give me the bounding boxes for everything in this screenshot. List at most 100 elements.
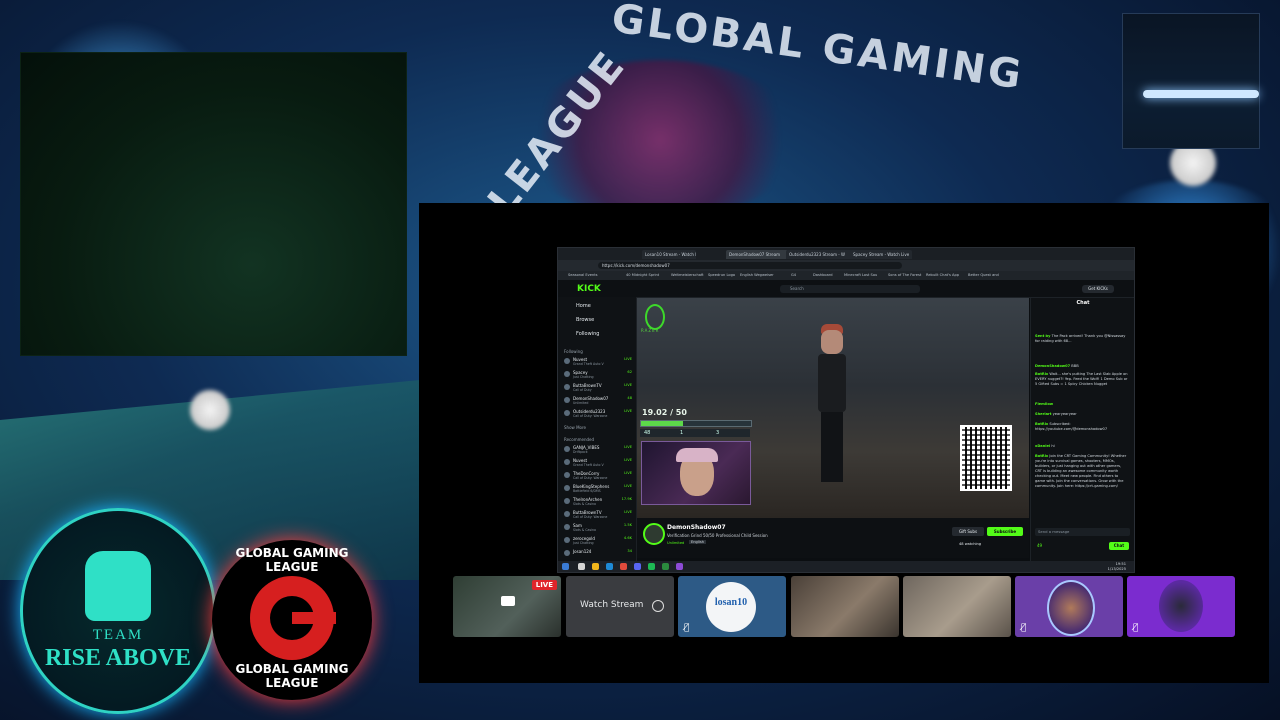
following-channel[interactable]: Nuvest Grand Theft Auto V LIVE bbox=[564, 357, 632, 367]
category-tag[interactable]: Unlimited bbox=[667, 541, 684, 545]
channel-game: Driftpack bbox=[573, 450, 588, 454]
stream-video[interactable]: RAZER 19.02 / 50 48 1 3 bbox=[637, 298, 1029, 518]
recommended-channel[interactable]: Sam Slots & Casino 1.5K bbox=[564, 523, 632, 533]
channel-game: Battlefield 6/DMS bbox=[573, 489, 601, 493]
channel-game: Grand Theft Auto V bbox=[573, 362, 604, 366]
spotify-icon[interactable] bbox=[648, 563, 655, 570]
corner-camera-feed bbox=[1122, 13, 1260, 149]
taskbar-clock[interactable]: 19:51 1/13/2025 bbox=[1108, 562, 1126, 571]
browser-tab-active[interactable]: DemonShadow07 Stream bbox=[726, 250, 788, 259]
razer-word: RAZER bbox=[641, 328, 660, 333]
bookmark[interactable]: 40 Midnight Sprint bbox=[626, 272, 659, 279]
streamer-avatar[interactable] bbox=[643, 523, 665, 545]
bookmark[interactable]: English Wegweiser bbox=[740, 272, 774, 279]
bookmark[interactable]: Minecraft Lost Sou bbox=[844, 272, 877, 279]
browser-tab[interactable]: Spacey Stream - Watch Live bbox=[850, 250, 912, 259]
language-tag[interactable]: English bbox=[689, 540, 706, 544]
nav-following[interactable]: Following bbox=[576, 331, 599, 337]
search-icon[interactable] bbox=[578, 563, 585, 570]
recommended-channel[interactable]: GANJA_VIBES Driftpack LIVE bbox=[564, 445, 632, 455]
chat-input[interactable]: Send a message bbox=[1035, 528, 1130, 536]
recommended-channel[interactable]: TheDonCorry Call of Duty: Warzone LIVE bbox=[564, 471, 632, 481]
stat-value: 48 bbox=[644, 430, 651, 436]
chat-user[interactable]: Sheriart bbox=[1035, 412, 1052, 416]
chat-points[interactable]: 49 bbox=[1037, 543, 1042, 548]
discord-icon[interactable] bbox=[634, 563, 641, 570]
bookmark[interactable]: Seasonal Events bbox=[568, 272, 598, 279]
screen-share-icon bbox=[501, 596, 515, 606]
chat-user[interactable]: BotRix bbox=[1035, 372, 1048, 376]
chat-send-button[interactable]: Chat bbox=[1109, 542, 1129, 550]
channel-game: Just Chatting bbox=[573, 541, 594, 545]
stat-value: 3 bbox=[716, 430, 720, 436]
recommended-channel[interactable]: Josan124 34 bbox=[564, 549, 632, 559]
recommended-channel[interactable]: zerocegold Just Chatting 4.6K bbox=[564, 536, 632, 546]
bookmark[interactable]: Dashboard bbox=[813, 272, 833, 279]
url-field[interactable]: https://kick.com/demonshadow07 bbox=[598, 262, 902, 269]
edge-icon[interactable] bbox=[606, 563, 613, 570]
show-more-link[interactable]: Show More bbox=[564, 425, 586, 430]
chat-user[interactable]: xDaniel bbox=[1035, 444, 1050, 448]
browser-tab[interactable]: Outsiderdu2323 Stream - W bbox=[786, 250, 852, 259]
participant-tile-watch-stream[interactable]: Watch Stream bbox=[566, 576, 674, 637]
participant-tile-avatar[interactable]: 🎙̸ bbox=[1127, 576, 1235, 637]
streamer-name[interactable]: DemonShadow07 bbox=[667, 524, 726, 531]
shared-browser-window: Losan10 Stream - Watch Live on DemonShad… bbox=[557, 247, 1135, 573]
nav-browse[interactable]: Browse bbox=[576, 317, 594, 323]
chat-user[interactable]: BotRix bbox=[1035, 422, 1048, 426]
chat-user[interactable]: DemonShadow07 bbox=[1035, 364, 1070, 368]
participant-tile-avatar[interactable]: 🎙̸ bbox=[1015, 576, 1123, 637]
background-title-line2: LEAGUE bbox=[479, 42, 636, 224]
following-header: Following bbox=[564, 349, 583, 354]
bookmark[interactable]: Rebuilt Chat's App bbox=[926, 272, 959, 279]
bookmark[interactable]: Sons of The Forest bbox=[888, 272, 921, 279]
start-icon[interactable] bbox=[562, 563, 569, 570]
background-title: GLOBAL GAMING LEAGUE bbox=[450, 0, 1026, 224]
chat-message: BotRix Join the CRT Gaming Community! Wh… bbox=[1035, 454, 1129, 512]
chat-text: BBB bbox=[1071, 364, 1079, 368]
qr-code bbox=[960, 425, 1012, 491]
participant-tile[interactable]: LIVE bbox=[453, 576, 561, 637]
chat-user[interactable]: Sent by bbox=[1035, 334, 1050, 338]
app-icon[interactable] bbox=[676, 563, 683, 570]
chat-user[interactable]: Flemilow bbox=[1035, 402, 1053, 406]
bookmark[interactable]: Weltmeisterschaft bbox=[671, 272, 704, 279]
bookmark[interactable]: G4 bbox=[791, 272, 796, 279]
participant-tile-losan10[interactable]: losan10 🎙̸ bbox=[678, 576, 786, 637]
chat-user[interactable]: BotRix bbox=[1035, 454, 1048, 458]
subscribe-button[interactable]: Subscribe bbox=[987, 527, 1023, 536]
recommended-channel[interactable]: BlueKingStephens Battlefield 6/DMS LIVE bbox=[564, 484, 632, 494]
chrome-icon[interactable] bbox=[620, 563, 627, 570]
live-badge: LIVE bbox=[531, 580, 557, 590]
kick-search-input[interactable]: Search bbox=[780, 285, 920, 293]
participant-tile-camera[interactable] bbox=[791, 576, 899, 637]
app-icon[interactable] bbox=[662, 563, 669, 570]
channel-game: Just Chatting bbox=[573, 375, 594, 379]
overlay-counter: 19.02 / 50 bbox=[642, 408, 687, 417]
channel-game: Call of Duty: Warzone bbox=[573, 414, 608, 418]
following-channel[interactable]: ButtaBrownTV Call of Duty LIVE bbox=[564, 383, 632, 393]
following-channel[interactable]: DemonShadow07 Unlimited 48 bbox=[564, 396, 632, 406]
global-gaming-league-logo: GLOBAL GAMING LEAGUE GLOBAL GAMING LEAGU… bbox=[212, 540, 372, 700]
avatar bbox=[564, 511, 570, 517]
folder-icon[interactable] bbox=[592, 563, 599, 570]
chat-message: BotRix Wait... she's putting The Last Sl… bbox=[1035, 372, 1129, 398]
kick-sidebar: Home Browse Following Following Nuvest Gr… bbox=[558, 297, 637, 561]
recommended-channel[interactable]: Nuvest Grand Theft Auto V LIVE bbox=[564, 458, 632, 468]
channel-viewers: LIVE bbox=[624, 445, 632, 449]
chat-text: Wait... she's putting The Last Slab Appl… bbox=[1035, 372, 1128, 386]
following-channel[interactable]: Spacey Just Chatting 62 bbox=[564, 370, 632, 380]
get-kicks-button[interactable]: Get KICKs bbox=[1082, 285, 1114, 293]
nav-home[interactable]: Home bbox=[576, 303, 591, 309]
recommended-channel[interactable]: ButtaBrownTV Call of Duty: Warzone LIVE bbox=[564, 510, 632, 520]
avatar bbox=[564, 537, 570, 543]
bookmark[interactable]: Speedrun Logo bbox=[708, 272, 735, 279]
participant-tile-camera[interactable] bbox=[903, 576, 1011, 637]
bookmark[interactable]: Better Quest and bbox=[968, 272, 999, 279]
following-channel[interactable]: Outsiderdu2323 Call of Duty: Warzone LIVE bbox=[564, 409, 632, 419]
muted-icon: 🎙̸ bbox=[684, 623, 690, 633]
recommended-channel[interactable]: TheIronArchen Slots & Casino 17.9K bbox=[564, 497, 632, 507]
gift-subs-button[interactable]: Gift Subs bbox=[952, 527, 984, 536]
kick-logo[interactable]: KICK bbox=[577, 284, 601, 294]
browser-tab[interactable]: Losan10 Stream - Watch Live on bbox=[642, 250, 696, 259]
